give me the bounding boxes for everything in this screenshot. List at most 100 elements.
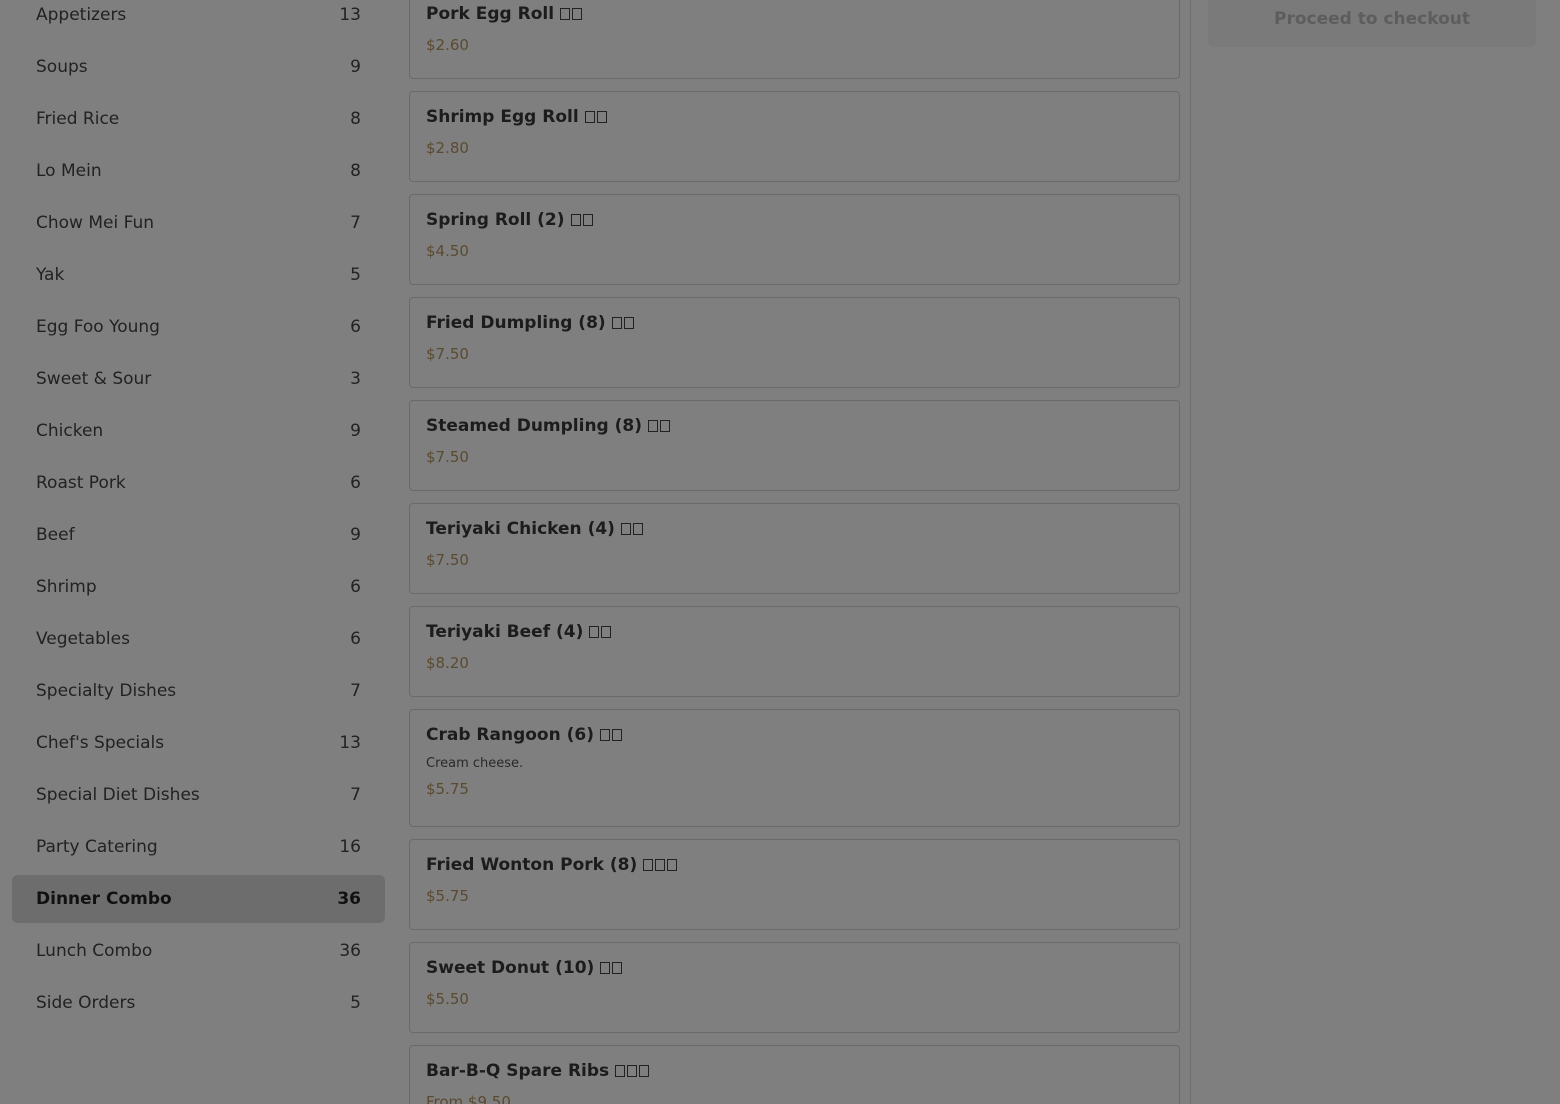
category-count: 13 [339,733,361,753]
sidebar-item-specialty-dishes[interactable]: Specialty Dishes 7 [12,667,385,715]
menu-item-card[interactable]: Fried Dumpling (8) $7.50 [409,297,1180,388]
sidebar-item-vegetables[interactable]: Vegetables 6 [12,615,385,663]
missing-glyph-icon [572,8,583,20]
menu-item-name-row: Sweet Donut (10) [426,955,1163,981]
menu-item-card[interactable]: Shrimp Egg Roll $2.80 [409,91,1180,182]
sidebar-item-side-orders[interactable]: Side Orders 5 [12,979,385,1027]
menu-item-name-row: Bar-B-Q Spare Ribs [426,1058,1163,1084]
missing-glyph-icon [589,626,600,638]
missing-glyph-icon [600,729,610,741]
menu-item-list: Pork Egg Roll $2.60 Shrimp Egg Roll $2.80 Sp… [409,0,1180,1104]
sidebar-item-lunch-combo[interactable]: Lunch Combo 36 [12,927,385,975]
chinese-name-glyphs [615,519,643,539]
sidebar-item-egg-foo-young[interactable]: Egg Foo Young 6 [12,303,385,351]
category-count: 8 [350,161,361,181]
menu-item-name-row: Shrimp Egg Roll [426,104,1163,130]
category-count: 16 [339,837,361,857]
sidebar-item-chef-s-specials[interactable]: Chef's Specials 13 [12,719,385,767]
missing-glyph-icon [600,962,611,974]
category-count: 9 [350,525,361,545]
category-label: Sweet & Sour [36,369,152,389]
category-count: 6 [350,317,361,337]
menu-item-name-row: Crab Rangoon (6) [426,722,1163,748]
sidebar-item-beef[interactable]: Beef 9 [12,511,385,559]
missing-glyph-icon [667,859,678,871]
menu-item-card[interactable]: Teriyaki Beef (4) $8.20 [409,606,1180,697]
missing-glyph-icon [620,523,631,535]
missing-glyph-icon [660,420,671,432]
category-count: 6 [350,577,361,597]
sidebar-item-sweet-sour[interactable]: Sweet & Sour 3 [12,355,385,403]
sidebar-item-shrimp[interactable]: Shrimp 6 [12,563,385,611]
category-count: 3 [350,369,361,389]
menu-item-name: Teriyaki Beef (4) [426,622,584,642]
sidebar-item-soups[interactable]: Soups 9 [12,43,385,91]
missing-glyph-icon [643,859,654,871]
category-count: 36 [337,889,361,909]
sidebar-item-party-catering[interactable]: Party Catering 16 [12,823,385,871]
missing-glyph-icon [612,962,623,974]
proceed-to-checkout-button[interactable]: Proceed to checkout [1208,0,1536,47]
menu-item-card[interactable]: Spring Roll (2) $4.50 [409,194,1180,285]
category-count: 5 [350,265,361,285]
menu-item-name: Shrimp Egg Roll [426,107,579,127]
sidebar-item-dinner-combo[interactable]: Dinner Combo 36 [12,875,385,923]
sidebar-item-chow-mei-fun[interactable]: Chow Mei Fun 7 [12,199,385,247]
menu-item-name-row: Pork Egg Roll [426,1,1163,27]
menu-item-name-row: Fried Wonton Pork (8) [426,852,1163,878]
menu-item-card[interactable]: Bar-B-Q Spare Ribs From $9.50 [409,1045,1180,1104]
menu-item-name: Fried Wonton Pork (8) [426,855,638,875]
menu-item-price: $7.50 [426,448,469,466]
menu-item-price: $2.60 [426,36,469,54]
column-divider [1190,0,1191,1104]
category-sidebar: Appetizers 13 Soups 9 Fried Rice 8 Lo Mein 8 Cho… [12,0,385,1040]
sidebar-item-special-diet-dishes[interactable]: Special Diet Dishes 7 [12,771,385,819]
missing-glyph-icon [560,8,571,20]
menu-item-price: From $9.50 [426,1093,511,1104]
chinese-name-glyphs [554,4,583,24]
sidebar-item-fried-rice[interactable]: Fried Rice 8 [12,95,385,143]
sidebar-item-yak[interactable]: Yak 5 [12,251,385,299]
sidebar-item-appetizers[interactable]: Appetizers 13 [12,0,385,39]
menu-item-name: Spring Roll (2) [426,210,565,230]
category-label: Vegetables [36,629,130,649]
missing-glyph-icon [582,214,593,226]
menu-item-card[interactable]: Crab Rangoon (6) Cream cheese. $5.75 [409,709,1180,827]
menu-item-name: Fried Dumpling (8) [426,313,606,333]
menu-item-card[interactable]: Teriyaki Chicken (4) $7.50 [409,503,1180,594]
category-label: Egg Foo Young [36,317,160,337]
missing-glyph-icon [655,859,666,871]
page: Appetizers 13 Soups 9 Fried Rice 8 Lo Mein 8 Cho… [0,0,1560,1104]
menu-item-card[interactable]: Sweet Donut (10) $5.50 [409,942,1180,1033]
sidebar-item-chicken[interactable]: Chicken 9 [12,407,385,455]
menu-item-card[interactable]: Pork Egg Roll $2.60 [409,0,1180,79]
menu-item-card[interactable]: Steamed Dumpling (8) $7.50 [409,400,1180,491]
category-count: 6 [350,629,361,649]
menu-item-price: $5.75 [426,887,469,905]
missing-glyph-icon [639,1065,650,1077]
sidebar-item-roast-pork[interactable]: Roast Pork 6 [12,459,385,507]
category-label: Specialty Dishes [36,681,177,701]
chinese-name-glyphs [594,725,622,745]
missing-glyph-icon [632,523,643,535]
category-label: Roast Pork [36,473,126,493]
category-count: 13 [339,5,361,25]
sidebar-item-lo-mein[interactable]: Lo Mein 8 [12,147,385,195]
missing-glyph-icon [612,729,622,741]
menu-item-price: $5.75 [426,780,469,798]
category-count: 9 [350,57,361,77]
menu-item-name: Teriyaki Chicken (4) [426,519,615,539]
menu-item-price: $8.20 [426,654,469,672]
menu-item-price: $5.50 [426,990,469,1008]
category-count: 6 [350,473,361,493]
menu-item-card[interactable]: Fried Wonton Pork (8) $5.75 [409,839,1180,930]
missing-glyph-icon [601,626,612,638]
chinese-name-glyphs [594,958,623,978]
category-count: 7 [350,785,361,805]
category-label: Yak [36,265,65,285]
category-label: Beef [36,525,75,545]
category-label: Chow Mei Fun [36,213,155,233]
missing-glyph-icon [627,1065,638,1077]
category-label: Shrimp [36,577,97,597]
category-label: Lo Mein [36,161,102,181]
